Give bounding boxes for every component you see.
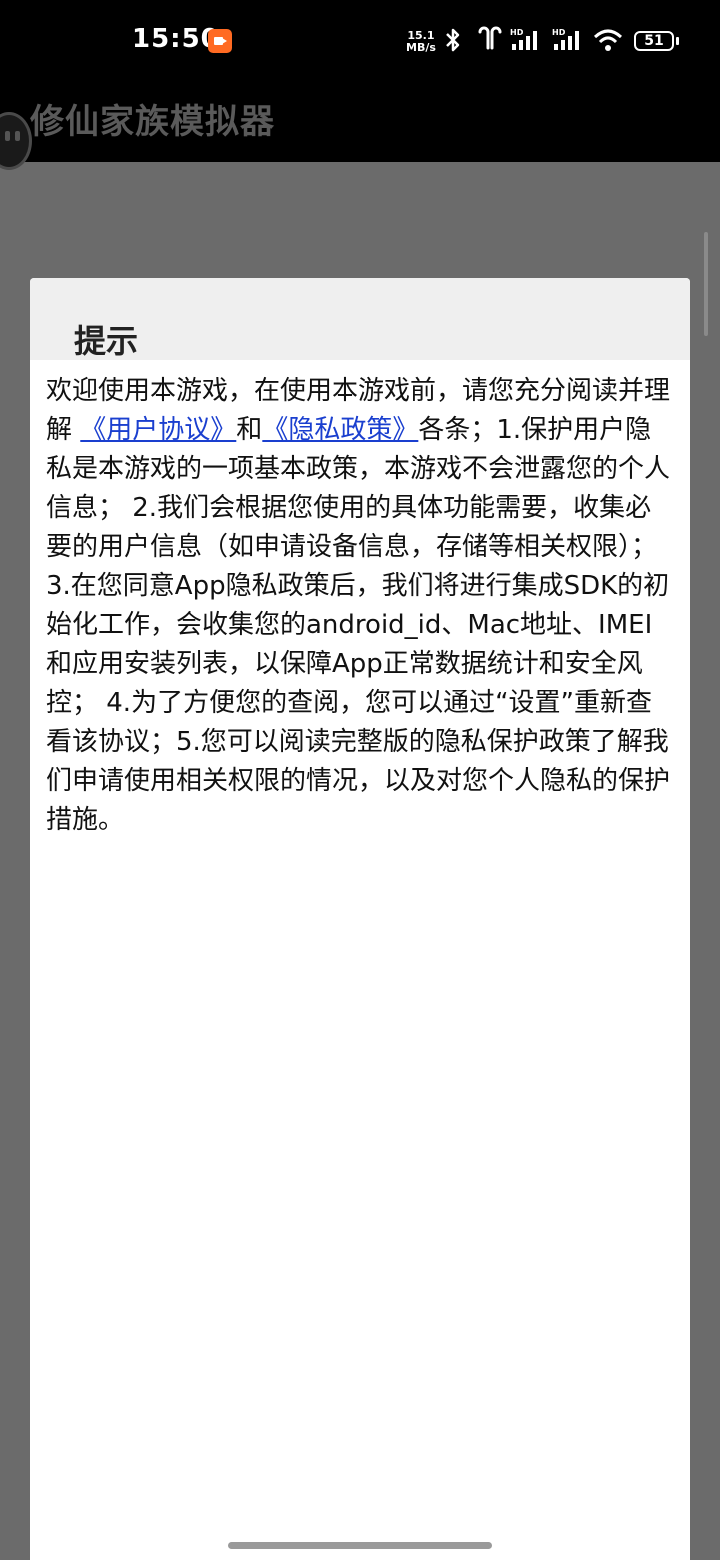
dialog-text-body: 各条；1.保护用户隐私是本游戏的一项基本政策，本游戏不会泄露您的个人信息； 2.… — [46, 415, 671, 835]
home-indicator[interactable] — [228, 1542, 492, 1549]
svg-text:HD: HD — [510, 28, 524, 37]
earbuds-icon — [476, 26, 504, 60]
dialog-message: 欢迎使用本游戏，在使用本游戏前，请您充分阅读并理解 《用户协议》和《隐私政策》各… — [30, 360, 690, 840]
dialog-title: 提示 — [74, 322, 139, 360]
recording-icon — [208, 29, 232, 53]
app-title: 修仙家族模拟器 — [30, 102, 275, 142]
signal-hd-2-icon: HD — [552, 26, 588, 60]
privacy-policy-link[interactable]: 《隐私政策》 — [262, 415, 418, 445]
scrollbar[interactable] — [704, 232, 708, 336]
bluetooth-icon — [442, 26, 464, 60]
svg-text:HD: HD — [552, 28, 566, 37]
network-speed-unit: MB/s — [406, 41, 436, 54]
battery-tip — [676, 37, 679, 45]
wifi-icon — [592, 26, 626, 60]
app-avatar-icon[interactable] — [0, 112, 32, 170]
dialog-header: 提示 — [30, 278, 690, 360]
network-speed: 15.1 MB/s — [406, 30, 436, 54]
status-bar: 15:50 15.1 MB/s HD HD 51 — [0, 0, 720, 84]
user-agreement-link[interactable]: 《用户协议》 — [80, 415, 236, 445]
app-bar: 修仙家族模拟器 — [0, 84, 720, 170]
signal-hd-1-icon: HD — [510, 26, 546, 60]
status-time: 15:50 — [132, 24, 220, 54]
battery-icon: 51 — [634, 31, 674, 51]
privacy-dialog: 提示 欢迎使用本游戏，在使用本游戏前，请您充分阅读并理解 《用户协议》和《隐私政… — [30, 278, 690, 1560]
dialog-text-and: 和 — [236, 415, 263, 445]
